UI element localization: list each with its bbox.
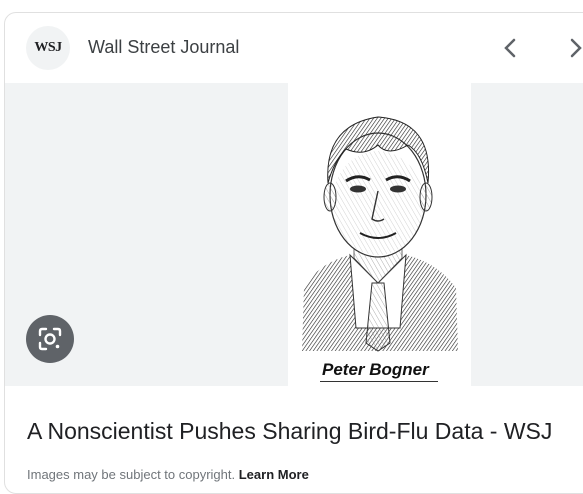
previous-button[interactable] [495, 33, 525, 63]
source-name[interactable]: Wall Street Journal [88, 37, 239, 58]
next-button[interactable] [561, 33, 583, 63]
image-preview-card: WSJ Wall Street Journal Peter Bogner A N… [4, 12, 583, 494]
portrait-image[interactable]: Peter Bogner [288, 83, 471, 386]
source-header: WSJ Wall Street Journal [5, 13, 583, 83]
portrait-drawing [302, 116, 458, 352]
google-lens-icon [38, 327, 62, 351]
result-title[interactable]: A Nonscientist Pushes Sharing Bird-Flu D… [27, 418, 552, 445]
portrait-caption: Peter Bogner [322, 360, 429, 379]
chevron-right-icon [570, 38, 582, 58]
source-logo[interactable]: WSJ [26, 26, 70, 70]
caption-underline [320, 381, 438, 382]
chevron-left-icon [504, 38, 516, 58]
image-area: Peter Bogner [5, 83, 583, 386]
lens-button[interactable] [26, 315, 74, 363]
